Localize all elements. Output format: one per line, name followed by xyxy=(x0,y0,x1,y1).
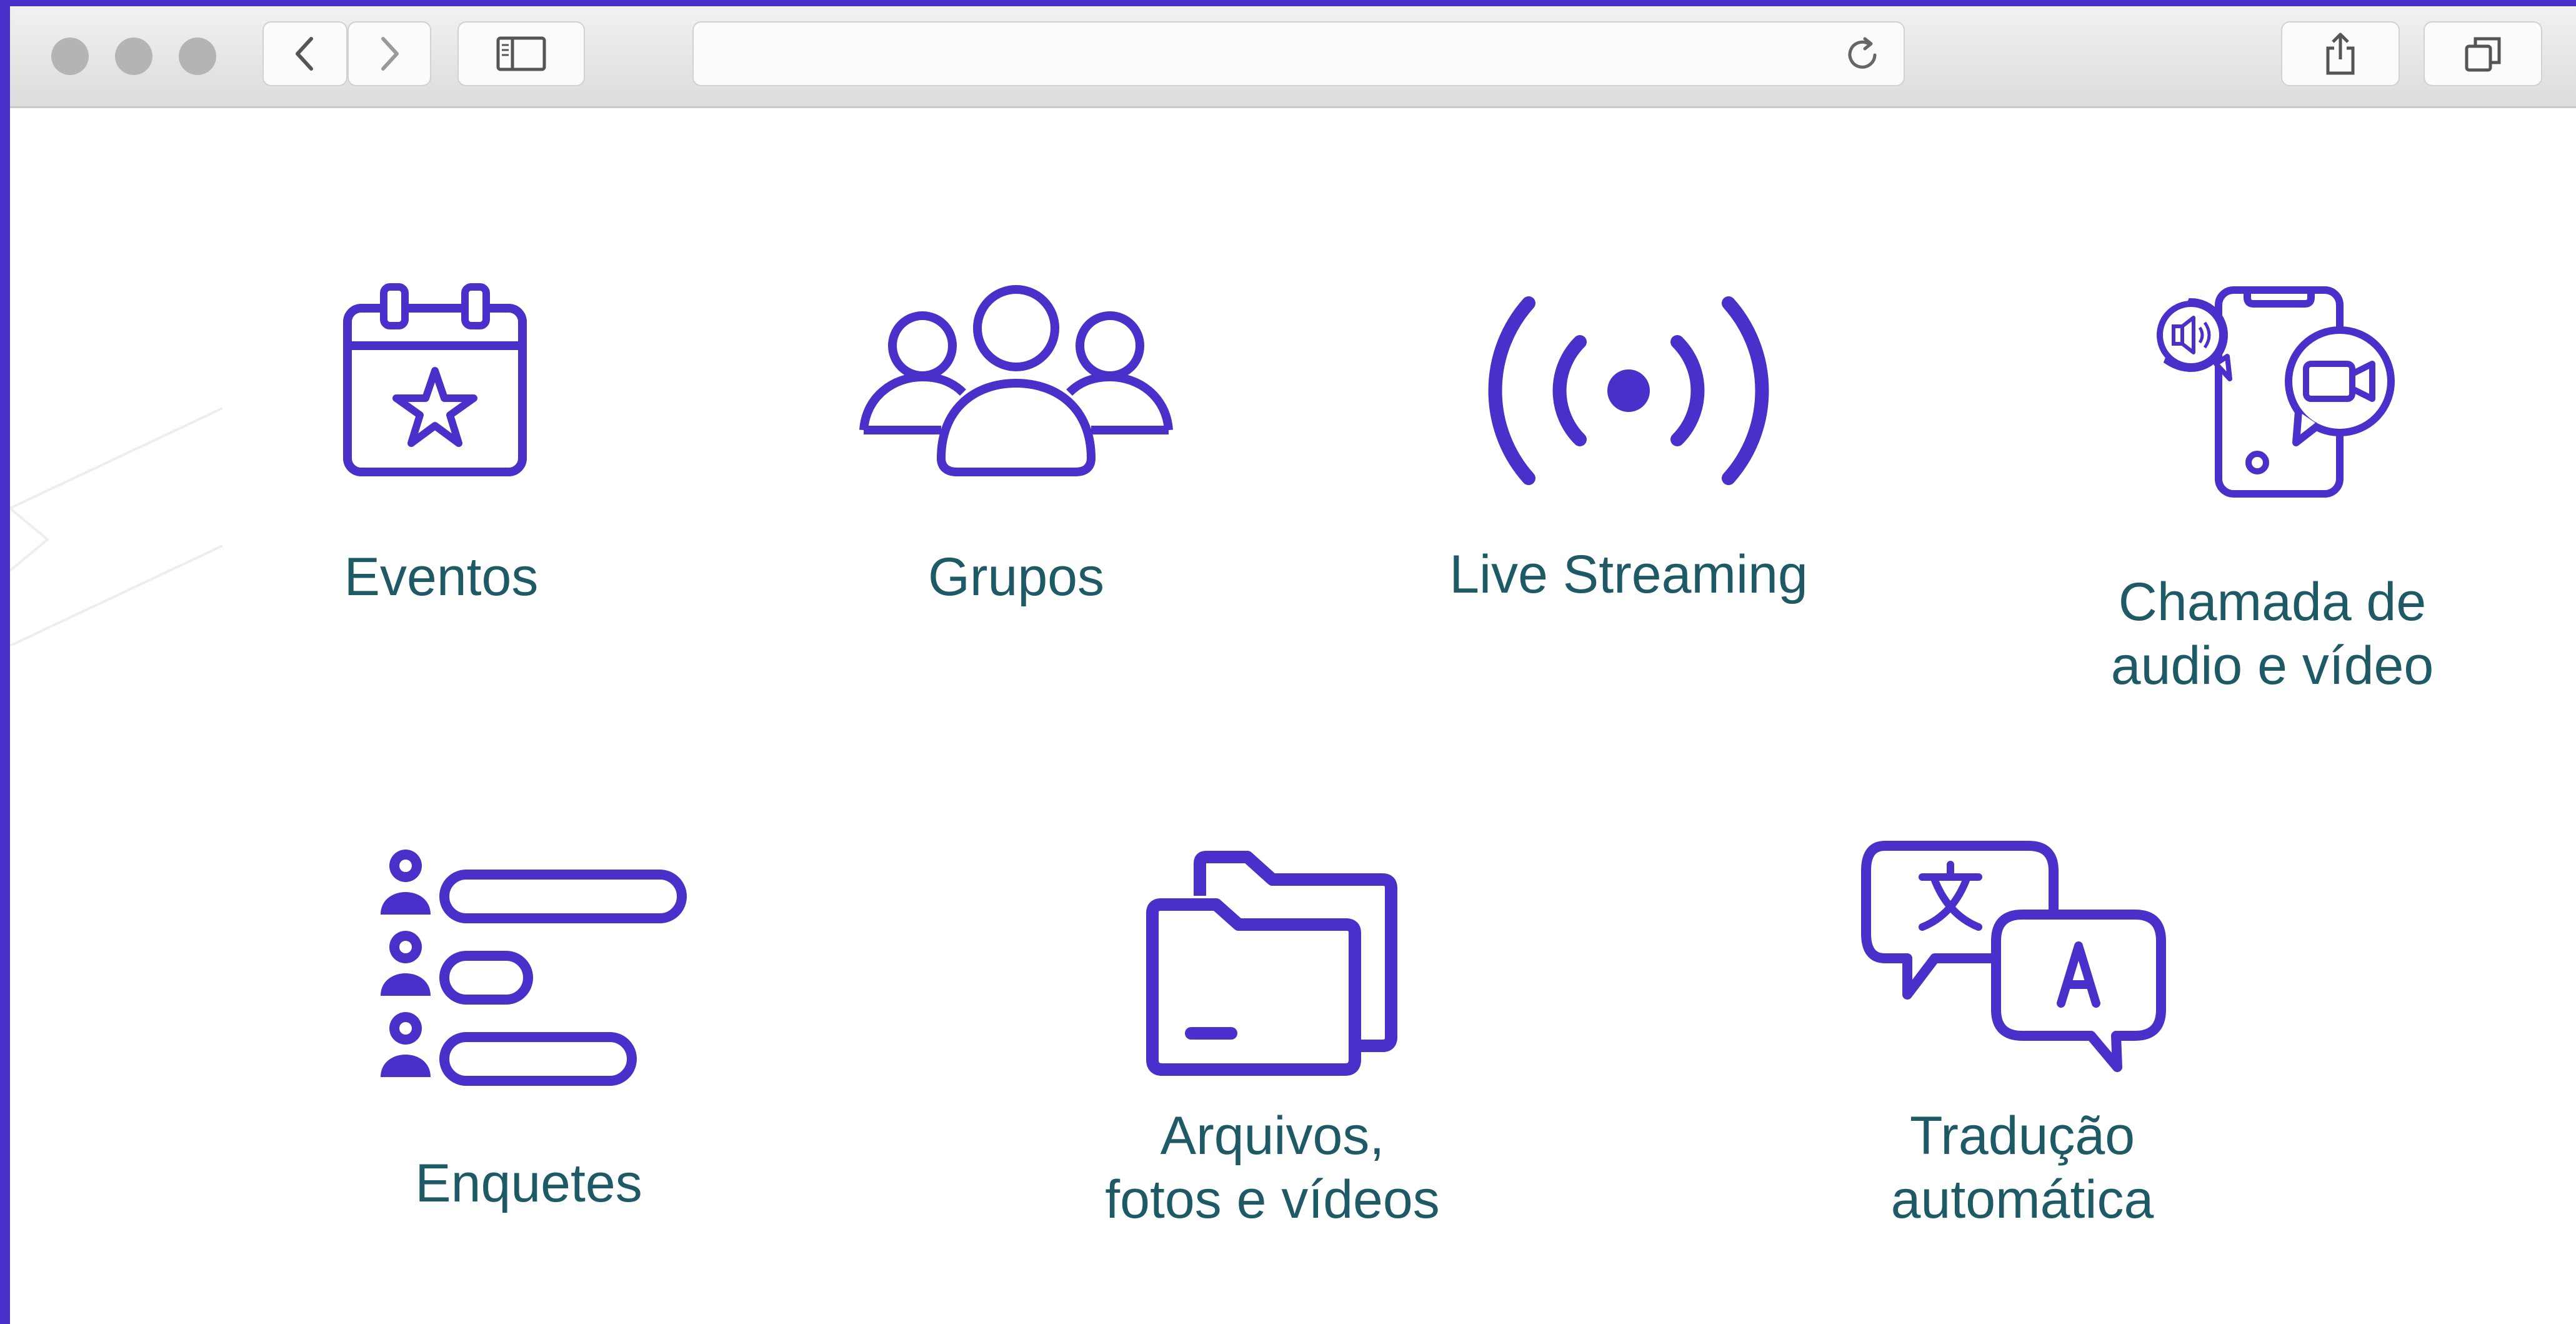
calendar-star-icon xyxy=(343,283,527,476)
feature-label-line1: Tradução xyxy=(1909,1106,2135,1166)
feature-label-line2: fotos e vídeos xyxy=(1105,1170,1440,1230)
maximize-window-button[interactable] xyxy=(179,38,216,75)
feature-label: Grupos xyxy=(927,547,1105,607)
share-button[interactable] xyxy=(2281,21,2400,86)
tabs-icon xyxy=(2465,37,2501,72)
feature-label: Eventos xyxy=(344,547,539,607)
chevron-right-icon xyxy=(381,37,399,71)
feature-label-line1: Arquivos, xyxy=(1160,1106,1385,1166)
feature-label-line1: Chamada de xyxy=(2118,572,2427,632)
poll-list-icon xyxy=(381,850,687,1086)
feature-label-line2: automática xyxy=(1890,1170,2154,1230)
broadcast-icon xyxy=(1488,296,1769,485)
browser-window: Eventos Grupos Live Streaming Chamada de… xyxy=(10,6,2576,1324)
forward-button[interactable] xyxy=(347,21,431,86)
chevron-left-icon xyxy=(296,37,313,71)
decorative-lines xyxy=(10,407,223,646)
phone-audio-video-call-icon xyxy=(2157,286,2395,498)
sidebar-icon xyxy=(496,36,546,71)
folders-icon xyxy=(1146,851,1397,1076)
feature-label-line2: audio e vídeo xyxy=(2110,636,2434,696)
translate-chat-icon xyxy=(1861,841,2166,1072)
sidebar-toggle-button[interactable] xyxy=(457,21,585,86)
group-users-icon xyxy=(859,285,1173,476)
browser-toolbar xyxy=(10,6,2576,108)
feature-label: Live Streaming xyxy=(1449,544,1808,604)
tabs-overview-button[interactable] xyxy=(2424,21,2542,86)
address-bar[interactable] xyxy=(692,21,1905,86)
back-button[interactable] xyxy=(262,21,347,86)
minimize-window-button[interactable] xyxy=(115,38,152,75)
close-window-button[interactable] xyxy=(51,38,89,75)
share-icon xyxy=(2326,33,2355,75)
reload-icon[interactable] xyxy=(1844,36,1881,74)
feature-label: Enquetes xyxy=(415,1153,642,1213)
page-content: Eventos Grupos Live Streaming Chamada de… xyxy=(10,108,2576,1324)
